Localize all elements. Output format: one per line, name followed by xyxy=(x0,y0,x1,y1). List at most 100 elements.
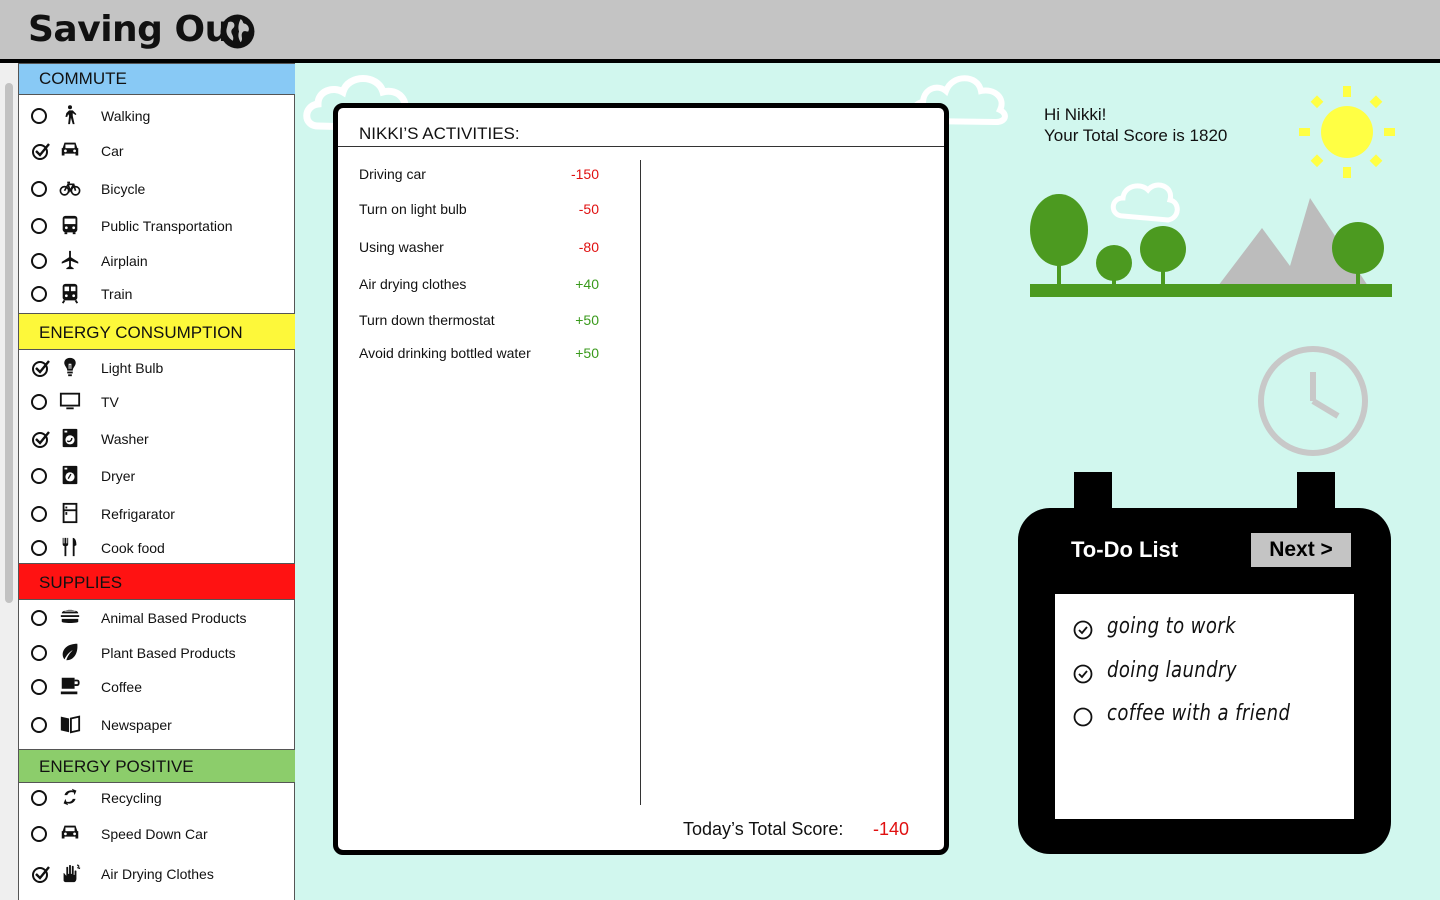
activity-row: Turn on light bulb -50 xyxy=(359,201,599,221)
todo-item-text: coffee with a friend xyxy=(1107,701,1291,726)
radio-button[interactable] xyxy=(31,108,47,124)
checked-radio-icon[interactable] xyxy=(31,358,51,378)
sidebar-item-label: Airplain xyxy=(101,253,148,269)
radio-button[interactable] xyxy=(31,286,47,302)
radio-button[interactable] xyxy=(31,790,47,806)
sidebar-item-label: Recycling xyxy=(101,790,162,806)
app-header: Saving Our xyxy=(0,0,1440,63)
activity-label: Turn on light bulb xyxy=(359,201,467,217)
sidebar-item-dryer[interactable]: Dryer xyxy=(19,461,295,491)
radio-button[interactable] xyxy=(31,679,47,695)
radio-button[interactable] xyxy=(31,218,47,234)
sidebar-item-label: Cook food xyxy=(101,540,165,556)
todo-item[interactable]: doing laundry xyxy=(1073,658,1343,688)
sidebar-scrollbar[interactable] xyxy=(0,63,18,900)
clock-icon[interactable] xyxy=(1255,346,1371,456)
total-score-label: Today’s Total Score: xyxy=(683,819,844,839)
scrollbar-thumb[interactable] xyxy=(5,83,13,603)
activity-points: +50 xyxy=(575,345,599,361)
unchecked-circle-icon[interactable] xyxy=(1073,707,1093,727)
todo-title: To-Do List xyxy=(1071,537,1179,562)
refrigerator-icon xyxy=(62,502,78,524)
sidebar-item-public-transportation[interactable]: Public Transportation xyxy=(19,211,295,241)
activity-points: -80 xyxy=(578,239,599,255)
washer-icon xyxy=(62,428,78,448)
sidebar-item-label: Newspaper xyxy=(101,717,172,733)
sidebar-item-speed-down-car[interactable]: Speed Down Car xyxy=(19,819,295,849)
radio-button[interactable] xyxy=(31,468,47,484)
coffee-icon xyxy=(60,677,80,695)
bus-icon xyxy=(62,215,78,235)
walking-icon xyxy=(65,105,77,125)
lightbulb-icon xyxy=(64,357,76,377)
activities-title: NIKKI’S ACTIVITIES: xyxy=(359,124,520,143)
tv-icon xyxy=(59,392,81,410)
sidebar-item-label: Public Transportation xyxy=(101,218,233,234)
todo-item[interactable]: going to work xyxy=(1073,614,1343,644)
sidebar-item-label: Dryer xyxy=(101,468,136,484)
clipboard-clip-right xyxy=(1297,472,1335,512)
checked-circle-icon[interactable] xyxy=(1073,620,1093,640)
checked-circle-icon[interactable] xyxy=(1073,664,1093,684)
greeting: Hi Nikki! Your Total Score is 1820 xyxy=(1044,104,1227,146)
sidebar-item-recycling[interactable]: Recycling xyxy=(19,783,295,813)
section-energy-positive[interactable]: ENERGY POSITIVE xyxy=(19,749,295,783)
sidebar-item-car[interactable]: Car xyxy=(19,136,295,166)
radio-button[interactable] xyxy=(31,540,47,556)
sidebar-item-airplain[interactable]: Airplain xyxy=(19,246,295,276)
train-icon xyxy=(61,283,79,304)
sidebar-item-label: Refrigarator xyxy=(101,506,175,522)
sidebar-item-label: Washer xyxy=(101,431,149,447)
sun-icon xyxy=(1299,86,1395,178)
app-title: Saving Our xyxy=(28,9,247,50)
activity-row: Air drying clothes +40 xyxy=(359,276,599,296)
checked-radio-icon[interactable] xyxy=(31,429,51,449)
activity-row: Using washer -80 xyxy=(359,239,599,259)
radio-button[interactable] xyxy=(31,394,47,410)
radio-button[interactable] xyxy=(31,253,47,269)
section-supplies[interactable]: SUPPLIES xyxy=(19,563,295,600)
sidebar-item-label: Plant Based Products xyxy=(101,645,236,661)
todo-item-text: doing laundry xyxy=(1107,658,1237,683)
todo-item-text: going to work xyxy=(1107,614,1236,639)
dryer-icon xyxy=(62,465,78,485)
next-button[interactable]: Next > xyxy=(1251,533,1351,567)
car-icon xyxy=(61,142,79,156)
radio-button[interactable] xyxy=(31,645,47,661)
radio-button[interactable] xyxy=(31,610,47,626)
radio-button[interactable] xyxy=(31,506,47,522)
sidebar-item-label: Speed Down Car xyxy=(101,826,208,842)
radio-button[interactable] xyxy=(31,717,47,733)
radio-button[interactable] xyxy=(31,181,47,197)
activity-row: Driving car -150 xyxy=(359,166,599,186)
sidebar-item-light-bulb[interactable]: Light Bulb xyxy=(19,353,295,383)
section-commute[interactable]: COMMUTE xyxy=(19,63,295,95)
sidebar-item-washer[interactable]: Washer xyxy=(19,424,295,454)
sidebar-item-label: Walking xyxy=(101,108,151,124)
total-score-value: -140 xyxy=(873,819,910,839)
checked-radio-icon[interactable] xyxy=(31,864,51,884)
todo-item[interactable]: coffee with a friend xyxy=(1073,701,1343,731)
activity-points: +40 xyxy=(575,276,599,292)
sidebar-item-animal-based-products[interactable]: Animal Based Products xyxy=(19,603,295,633)
sidebar-item-plant-based-products[interactable]: Plant Based Products xyxy=(19,638,295,668)
section-energy-consumption[interactable]: ENERGY CONSUMPTION xyxy=(19,313,295,350)
sidebar-item-cook-food[interactable]: Cook food xyxy=(19,533,295,563)
sidebar-item-label: Animal Based Products xyxy=(101,610,247,626)
sidebar-item-bicycle[interactable]: Bicycle xyxy=(19,174,295,204)
sidebar-item-air-drying-clothes[interactable]: Air Drying Clothes xyxy=(19,859,295,889)
globe-icon xyxy=(220,14,255,49)
sidebar-item-newspaper[interactable]: Newspaper xyxy=(19,710,295,740)
sidebar-item-refrigarator[interactable]: Refrigarator xyxy=(19,499,295,529)
activity-points: +50 xyxy=(575,312,599,328)
sidebar-item-train[interactable]: Train xyxy=(19,279,295,309)
sidebar-item-label: Train xyxy=(101,286,133,302)
sidebar-item-tv[interactable]: TV xyxy=(19,387,295,417)
sidebar-item-label: Bicycle xyxy=(101,181,146,197)
leaf-icon xyxy=(62,643,78,661)
sidebar-item-coffee[interactable]: Coffee xyxy=(19,672,295,702)
radio-button[interactable] xyxy=(31,826,47,842)
checked-radio-icon[interactable] xyxy=(31,141,51,161)
category-sidebar: COMMUTE Walking Car Bicycle Public Transpor… xyxy=(18,63,295,900)
sidebar-item-walking[interactable]: Walking xyxy=(19,101,295,131)
